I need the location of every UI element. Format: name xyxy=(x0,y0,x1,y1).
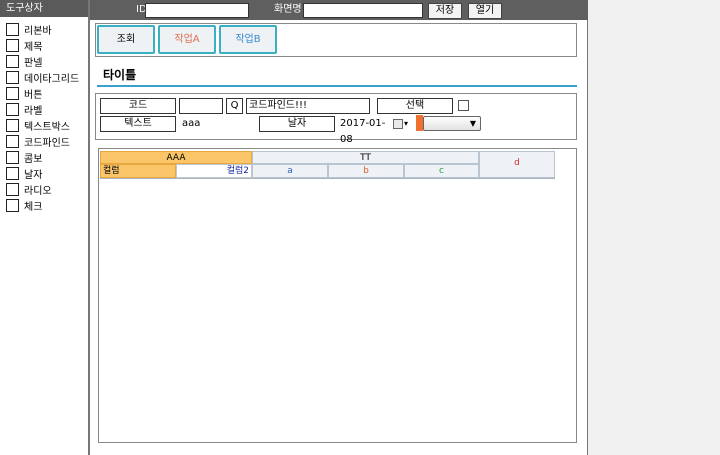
tool-item-textbox[interactable]: 텍스트박스 xyxy=(0,117,88,133)
open-button[interactable]: 열기 xyxy=(468,3,502,19)
tool-icon xyxy=(6,134,19,148)
tool-item-date[interactable]: 날자 xyxy=(0,165,88,181)
text-label: 텍스트 xyxy=(100,116,176,132)
page-title: 타이틀 xyxy=(103,68,137,82)
date-input[interactable]: 2017-01-08 xyxy=(340,116,392,145)
tool-item-title[interactable]: 제목 xyxy=(0,37,88,53)
tool-icon xyxy=(6,70,19,84)
tool-item-combo[interactable]: 콤보 xyxy=(0,149,88,165)
tool-item-label: 데이타그리드 xyxy=(24,73,80,85)
tool-icon xyxy=(6,38,19,52)
grid-header-col1[interactable]: 컬럼 xyxy=(100,164,176,178)
work-b-button[interactable]: 작업B xyxy=(219,25,277,54)
empty-area xyxy=(589,0,720,455)
grid-scrollbar[interactable] xyxy=(562,151,572,436)
title-underline xyxy=(97,85,577,87)
grid-header-c[interactable]: c xyxy=(404,164,479,178)
tool-icon xyxy=(6,150,19,164)
code-find-button[interactable]: Q xyxy=(226,98,243,114)
tool-item-label: 체크 xyxy=(24,201,43,213)
tool-item-label: 버튼 xyxy=(24,89,43,101)
search-panel: 코드 Q 코드파인드!!! 선택 텍스트 aaa 날자 2017-01-08 ▾… xyxy=(95,93,577,145)
date-label: 날자 xyxy=(259,116,335,132)
query-button-label: 조회 xyxy=(116,34,136,45)
save-button[interactable]: 저장 xyxy=(428,3,462,19)
select-checkbox[interactable] xyxy=(458,100,469,111)
data-grid: AAA TT d 컬럼 컬럼2 a b c xyxy=(98,148,577,443)
tool-item-label: 판넬 xyxy=(24,57,43,69)
tool-icon xyxy=(6,198,19,212)
screen-name-label: 화면명 xyxy=(274,4,302,15)
tool-item-ribbon[interactable]: 리본바 xyxy=(0,21,88,37)
ribbon-panel: 조회 작업A 작업B xyxy=(95,23,577,57)
tool-icon xyxy=(6,22,19,36)
work-b-button-label: 작업B xyxy=(235,34,261,45)
id-input[interactable] xyxy=(145,3,249,18)
grid-header-d[interactable]: d xyxy=(479,151,555,178)
select-label: 선택 xyxy=(377,98,453,114)
chevron-down-icon: ▼ xyxy=(469,119,476,128)
tool-item-codefind[interactable]: 코드파인드 xyxy=(0,133,88,149)
tool-item-button[interactable]: 버튼 xyxy=(0,85,88,101)
tool-item-label: 코드파인드 xyxy=(24,137,70,149)
work-a-button[interactable]: 작업A xyxy=(158,25,216,54)
code-label: 코드 xyxy=(100,98,176,114)
tool-item-label: 콤보 xyxy=(24,153,43,165)
tool-item-label: 라벨 xyxy=(24,105,43,117)
tool-item-label: 라디오 xyxy=(24,185,52,197)
form-canvas: ID 화면명 저장 열기 조회 작업A 작업B 타이틀 코드 Q 코드파인드!!… xyxy=(89,0,588,455)
tool-item-label[interactable]: 라벨 xyxy=(0,101,88,117)
combo-marker-icon xyxy=(416,115,423,131)
grid-header-tt[interactable]: TT xyxy=(252,151,479,164)
combo-select[interactable]: ▼ xyxy=(423,116,481,131)
grid-header-divider xyxy=(100,178,555,179)
tool-icon xyxy=(6,102,19,116)
tool-item-panel[interactable]: 판넬 xyxy=(0,53,88,69)
tool-icon xyxy=(6,182,19,196)
tool-icon xyxy=(6,118,19,132)
tool-item-label: 텍스트박스 xyxy=(24,121,70,133)
tool-icon xyxy=(6,166,19,180)
tool-icon xyxy=(6,54,19,68)
query-button[interactable]: 조회 xyxy=(97,25,155,54)
tool-icon xyxy=(6,86,19,100)
screen-name-input[interactable] xyxy=(303,3,423,18)
tool-item-check[interactable]: 체크 xyxy=(0,197,88,213)
tool-item-label: 제목 xyxy=(24,41,43,53)
calendar-icon[interactable] xyxy=(393,119,403,129)
form-topbar: ID 화면명 저장 열기 xyxy=(90,0,588,20)
tool-item-radio[interactable]: 라디오 xyxy=(0,181,88,197)
toolbox-panel: 도구상자 리본바 제목 판넬 데이타그리드 버튼 라벨 텍스트박스 코드파인드 … xyxy=(0,0,89,455)
grid-header-a[interactable]: a xyxy=(252,164,328,178)
grid-header-b[interactable]: b xyxy=(328,164,404,178)
text-input[interactable]: aaa xyxy=(182,116,256,132)
toolbox-title: 도구상자 xyxy=(0,0,88,17)
tool-item-datagrid[interactable]: 데이타그리드 xyxy=(0,69,88,85)
codefind-name-field: 코드파인드!!! xyxy=(246,98,370,114)
grid-header-col2[interactable]: 컬럼2 xyxy=(176,164,252,178)
grid-header-aaa[interactable]: AAA xyxy=(100,151,252,164)
work-a-button-label: 작업A xyxy=(174,34,200,45)
tool-item-label: 리본바 xyxy=(24,25,52,37)
tool-item-label: 날자 xyxy=(24,169,43,181)
code-input[interactable] xyxy=(179,98,223,114)
date-dropdown-arrow-icon[interactable]: ▾ xyxy=(404,117,408,131)
toolbox-list: 리본바 제목 판넬 데이타그리드 버튼 라벨 텍스트박스 코드파인드 콤보 날자… xyxy=(0,17,88,213)
